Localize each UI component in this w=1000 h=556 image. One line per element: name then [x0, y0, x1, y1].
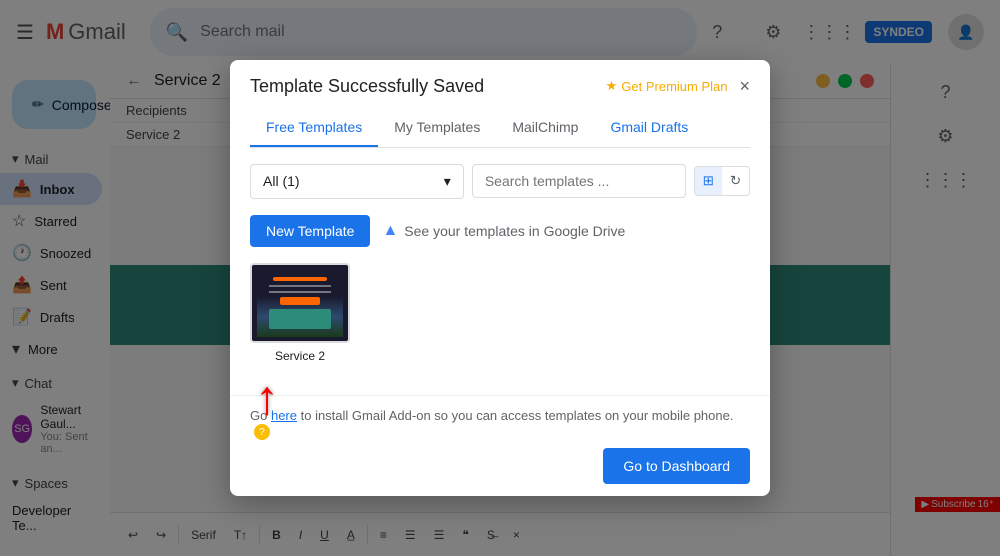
thumb-cta-btn — [280, 297, 319, 305]
go-to-dashboard-button[interactable]: Go to Dashboard — [603, 448, 750, 484]
modal-title: Template Successfully Saved — [250, 76, 484, 97]
filter-dropdown[interactable]: All (1) ▾ — [250, 164, 464, 199]
template-thumb-service2 — [250, 263, 350, 343]
grid-view-button[interactable]: ⊞ — [695, 167, 722, 195]
templates-grid: Service 2 — [250, 263, 750, 363]
tab-my-templates[interactable]: My Templates — [378, 109, 496, 147]
modal-footer: Go here to install Gmail Add-on so you c… — [230, 395, 770, 497]
red-arrow-indicator: ↑ — [255, 371, 279, 426]
modal-overlay: Template Successfully Saved ★ Get Premiu… — [0, 0, 1000, 556]
new-template-row: New Template ▲ See your templates in Goo… — [250, 215, 750, 247]
modal-tabs: Free Templates My Templates MailChimp Gm… — [250, 109, 750, 148]
modal-toolbar: All (1) ▾ ⊞ ↻ — [250, 164, 750, 199]
thumb-teal-section — [269, 309, 332, 329]
tab-free-templates[interactable]: Free Templates — [250, 109, 378, 147]
chevron-down-icon: ▾ — [444, 173, 451, 190]
new-template-button[interactable]: New Template — [250, 215, 370, 247]
template-thumb-inner — [257, 269, 343, 337]
search-templates-input[interactable] — [472, 164, 686, 198]
template-name-service2: Service 2 — [275, 349, 325, 363]
drive-icon: ▲ — [382, 222, 398, 240]
drive-text: See your templates in Google Drive — [404, 223, 625, 239]
thumb-orange-bar — [273, 277, 328, 281]
view-toggle: ⊞ ↻ — [694, 166, 750, 196]
template-card-service2[interactable]: Service 2 — [250, 263, 350, 363]
thumb-white-line-1 — [269, 285, 332, 287]
filter-label: All (1) — [263, 173, 300, 189]
tab-gmail-drafts[interactable]: Gmail Drafts — [594, 109, 704, 147]
modal-close-button[interactable]: × — [739, 76, 750, 97]
premium-plan-link[interactable]: ★ Get Premium Plan — [606, 78, 728, 94]
star-icon: ★ — [606, 78, 618, 94]
help-tooltip-icon[interactable]: ? — [254, 424, 270, 440]
thumb-white-line-2 — [269, 291, 332, 293]
footer-actions: Go to Dashboard — [250, 448, 750, 484]
tab-mailchimp[interactable]: MailChimp — [496, 109, 594, 147]
modal-top-right: ★ Get Premium Plan × — [606, 76, 750, 97]
modal-body: All (1) ▾ ⊞ ↻ New Template ▲ See your te… — [230, 148, 770, 395]
footer-text: Go here to install Gmail Add-on so you c… — [250, 408, 750, 441]
premium-label: Get Premium Plan — [621, 79, 727, 94]
modal: Template Successfully Saved ★ Get Premiu… — [230, 60, 770, 497]
google-drive-link[interactable]: ▲ See your templates in Google Drive — [382, 222, 625, 240]
modal-header: Template Successfully Saved ★ Get Premiu… — [230, 60, 770, 148]
footer-text-after: to install Gmail Add-on so you can acces… — [297, 408, 733, 423]
refresh-button[interactable]: ↻ — [722, 167, 749, 195]
modal-title-row: Template Successfully Saved ★ Get Premiu… — [250, 76, 750, 97]
